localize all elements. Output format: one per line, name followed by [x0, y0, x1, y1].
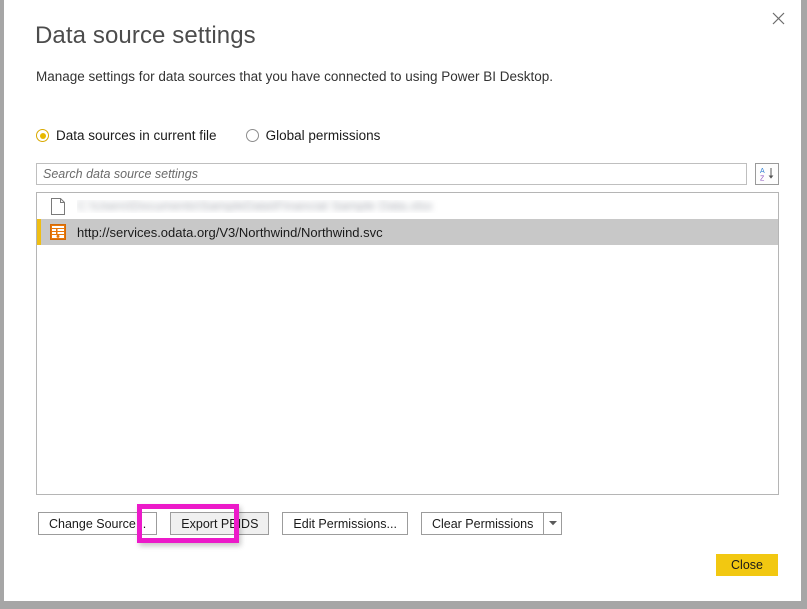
radio-label: Data sources in current file [56, 128, 217, 143]
radio-data-sources-in-current-file[interactable]: Data sources in current file [36, 128, 217, 143]
close-icon[interactable] [761, 4, 795, 32]
file-document-glyph [50, 197, 65, 215]
action-button-row: Change Source... Export PBIDS Edit Permi… [38, 512, 563, 535]
close-glyph [772, 12, 784, 24]
page-title: Data source settings [35, 22, 256, 49]
change-source-button[interactable]: Change Source... [38, 512, 158, 535]
list-item-label: http://services.odata.org/V3/Northwind/N… [77, 224, 383, 240]
radio-label: Global permissions [265, 128, 381, 143]
list-item-selected[interactable]: http://services.odata.org/V3/Northwind/N… [37, 219, 778, 245]
sort-az-icon[interactable]: A Z [755, 163, 779, 185]
radio-global-permissions[interactable]: Global permissions [245, 128, 381, 143]
list-item[interactable]: C:\Users\Documents\SampleData\Financial … [37, 193, 778, 219]
svg-text:A: A [760, 168, 765, 175]
file-document-icon [49, 197, 67, 215]
page-subtitle: Manage settings for data sources that yo… [36, 69, 554, 84]
data-source-list[interactable]: C:\Users\Documents\SampleData\Financial … [36, 192, 779, 495]
svg-text:Z: Z [760, 176, 765, 183]
search-input[interactable] [36, 163, 747, 185]
clear-permissions-split-button: Clear Permissions [420, 512, 563, 535]
clear-permissions-button[interactable]: Clear Permissions [420, 512, 545, 535]
scope-radio-group: Data sources in current file Global perm… [36, 128, 380, 143]
chevron-down-glyph [548, 521, 557, 526]
odata-table-icon [49, 223, 67, 241]
data-source-settings-dialog: Data source settings Manage settings for… [4, 0, 801, 601]
radio-indicator [245, 129, 259, 142]
list-item-label-redacted: C:\Users\Documents\SampleData\Financial … [77, 199, 433, 213]
chevron-down-icon[interactable] [544, 512, 563, 535]
search-row: A Z [36, 163, 779, 185]
edit-permissions-button[interactable]: Edit Permissions... [282, 512, 408, 535]
close-button[interactable]: Close [716, 554, 778, 576]
odata-table-glyph [50, 224, 66, 240]
sort-az-glyph: A Z [760, 168, 774, 183]
radio-indicator-selected [36, 129, 49, 142]
export-pbids-button[interactable]: Export PBIDS [170, 512, 270, 535]
